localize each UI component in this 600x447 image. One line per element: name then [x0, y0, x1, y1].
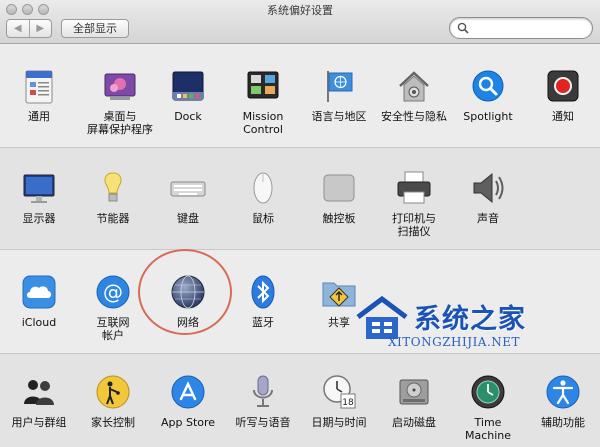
- keyboard-icon: [170, 181, 206, 197]
- search-input[interactable]: [449, 17, 593, 39]
- pref-label: 鼠标: [252, 212, 274, 225]
- pref-label: 触控板: [322, 212, 356, 225]
- file-general-icon: [25, 70, 53, 104]
- pref-label: iCloud: [21, 316, 57, 329]
- search-icon: [457, 22, 469, 34]
- desktop-screensaver-icon: [104, 73, 136, 100]
- pref-label: 辅助功能: [541, 416, 585, 429]
- system-preferences-window: 系统偏好设置 ◀ ▶ 全部显示 通用 桌面与 屏幕保护程序 Dock Missi…: [0, 0, 600, 447]
- watermark-url: XITONGZHIJIA.NET: [388, 335, 521, 349]
- dictation-mic-icon: [253, 375, 273, 407]
- svg-text:@: @: [103, 280, 123, 304]
- pref-section-system: 用户与群组 家长控制 App Store 听写与语音 18 日期与时间 启动磁盘…: [0, 354, 600, 447]
- energy-saver-icon: [104, 172, 122, 202]
- mouse-icon: [253, 172, 273, 204]
- date-time-icon: 18: [323, 375, 356, 409]
- pref-label: 安全性与隐私: [381, 110, 447, 123]
- show-all-button[interactable]: 全部显示: [61, 19, 129, 38]
- internet-accounts-icon: @: [96, 275, 130, 309]
- printer-icon: [397, 171, 431, 204]
- toolbar: 系统偏好设置 ◀ ▶ 全部显示: [0, 0, 600, 44]
- parental-controls-icon: [96, 375, 130, 409]
- pref-label: 蓝牙: [252, 316, 274, 329]
- pref-label: 打印机与 扫描仪: [392, 212, 436, 238]
- pref-label: 家长控制: [91, 416, 135, 429]
- pref-section-hardware: 显示器 节能器 键盘 鼠标 触控板 打印机与 扫描仪 声音: [0, 148, 600, 250]
- pref-label: 声音: [477, 212, 499, 225]
- app-store-icon: [171, 375, 205, 409]
- window-title: 系统偏好设置: [267, 4, 333, 17]
- security-house-icon: [399, 71, 429, 102]
- forward-button[interactable]: ▶: [28, 20, 52, 37]
- users-groups-icon: [24, 380, 54, 405]
- trackpad-icon: [323, 174, 355, 202]
- network-highlight-ring: [138, 249, 232, 335]
- display-icon: [23, 174, 55, 203]
- pref-label: 日期与时间: [311, 416, 367, 429]
- back-forward-group: ◀ ▶: [6, 19, 52, 38]
- bluetooth-icon: [251, 275, 275, 309]
- pref-label: 语言与地区: [311, 110, 367, 123]
- language-flag-icon: [327, 71, 353, 102]
- pref-label: Spotlight: [463, 110, 513, 123]
- pref-label: 启动磁盘: [392, 416, 436, 429]
- pref-label: App Store: [160, 416, 216, 429]
- watermark-name: 系统之家: [414, 304, 526, 335]
- watermark: 系统之家 XITONGZHIJIA.NET: [352, 293, 592, 359]
- back-button[interactable]: ◀: [7, 20, 29, 37]
- pref-label: Dock: [174, 110, 202, 123]
- pref-label: 通知: [552, 110, 574, 123]
- accessibility-icon: [546, 375, 580, 409]
- mission-control-icon: [247, 71, 279, 99]
- svg-text:18: 18: [342, 398, 354, 408]
- icloud-icon: [22, 275, 56, 309]
- pref-label: 互联网 帐户: [96, 316, 130, 342]
- pref-section-personal: 通用 桌面与 屏幕保护程序 Dock Mission Control 语言与地区…: [0, 44, 600, 148]
- notifications-icon: [547, 70, 579, 102]
- pref-label: 通用: [28, 110, 50, 123]
- pref-label: 显示器: [22, 212, 56, 225]
- pref-label: 节能器: [96, 212, 130, 225]
- sound-icon: [473, 172, 504, 204]
- pref-label: 用户与群组: [11, 416, 67, 429]
- pref-label: 桌面与 屏幕保护程序: [87, 110, 153, 136]
- startup-disk-icon: [399, 379, 429, 405]
- dock-icon: [172, 71, 204, 101]
- pref-label: Time Machine: [464, 416, 512, 442]
- spotlight-icon: [472, 70, 504, 102]
- pref-label: 键盘: [177, 212, 199, 225]
- time-machine-icon: [471, 375, 505, 409]
- pref-label: 听写与语音: [235, 416, 291, 429]
- pref-label: Mission Control: [242, 110, 284, 136]
